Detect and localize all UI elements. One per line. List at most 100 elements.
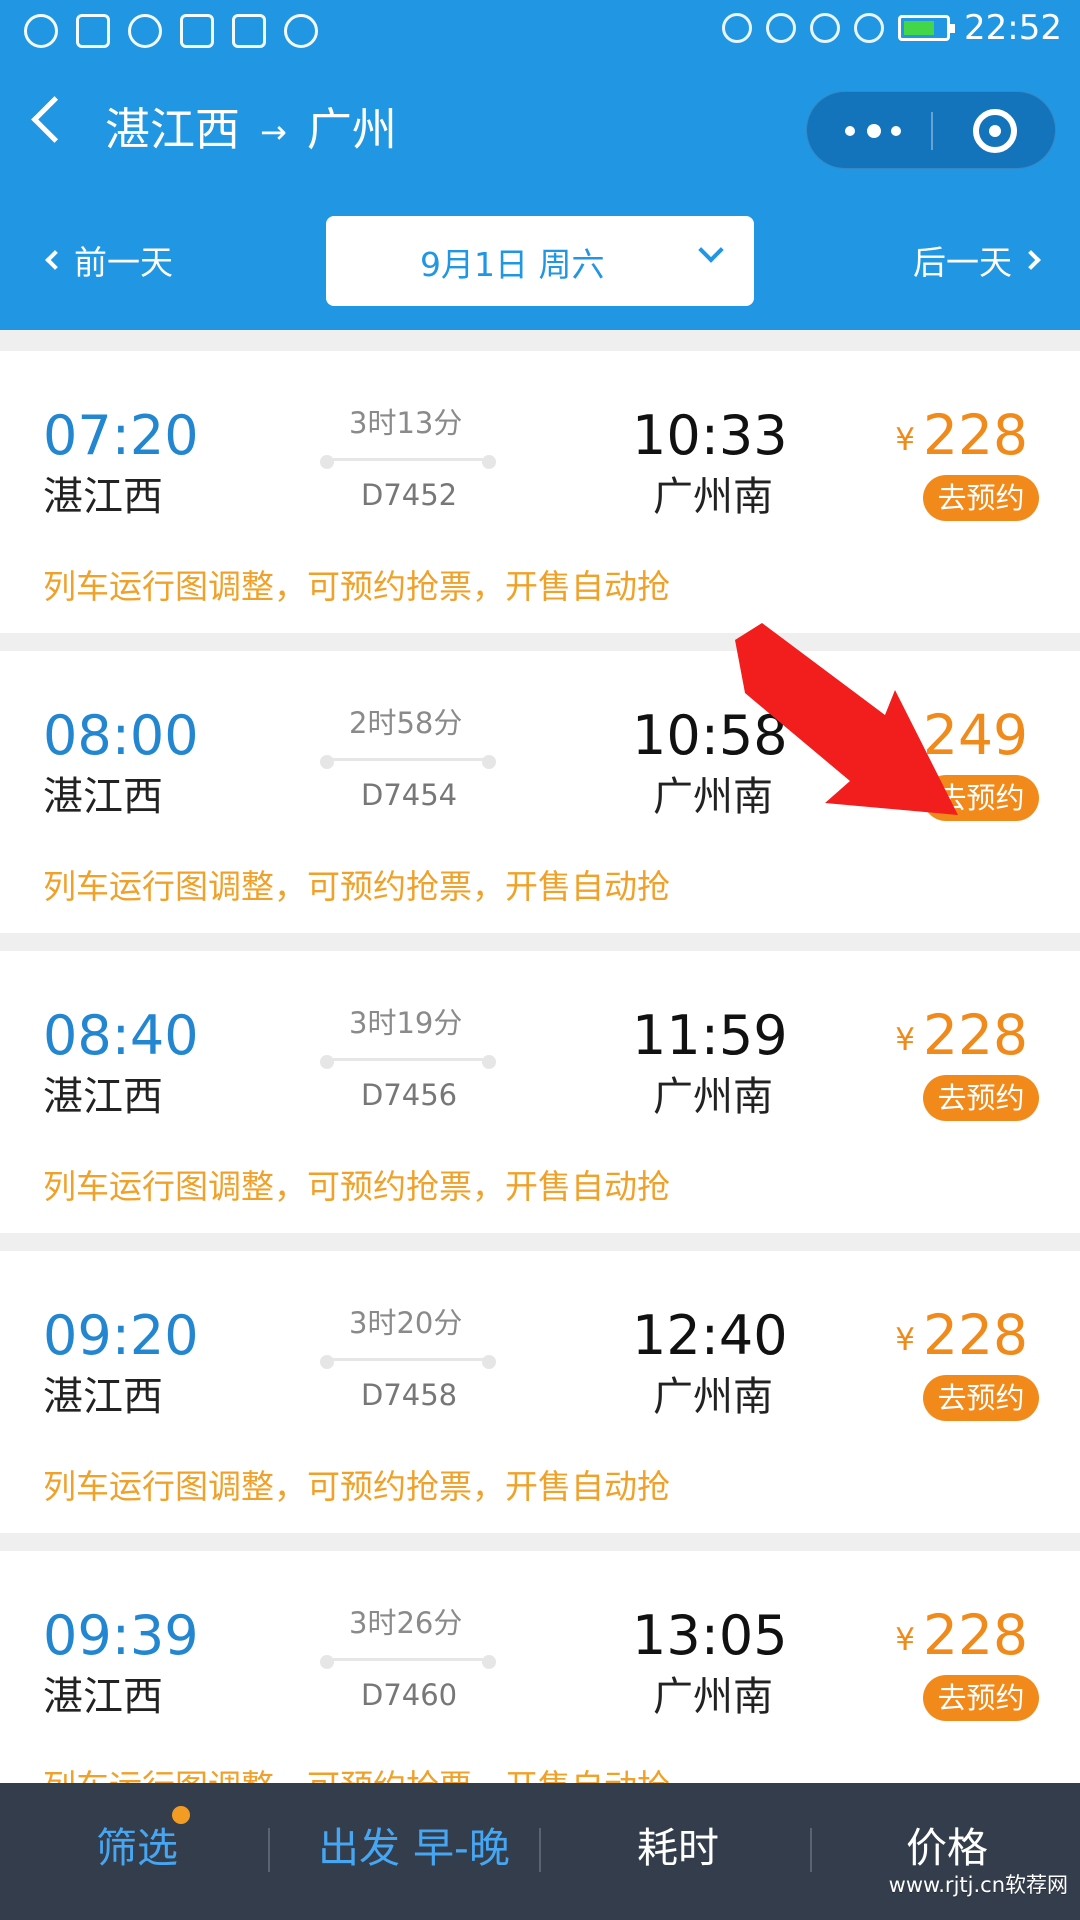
alarm-icon: [766, 13, 797, 43]
previous-day-button[interactable]: 前一天: [45, 236, 173, 284]
train-card[interactable]: 08:00 湛江西 2时58分 D7454 10:58 广州南 ¥ 249 去预…: [0, 651, 1080, 933]
reserve-button[interactable]: 去预约: [923, 475, 1039, 521]
departure-station: 湛江西: [43, 474, 163, 520]
travel-duration: 3时20分: [349, 1306, 463, 1340]
filter-notification-dot: [172, 1806, 190, 1824]
schedule-notice: 列车运行图调整，可预约抢票，开售自动抢: [43, 867, 670, 906]
arrival-station: 广州南: [653, 1074, 773, 1120]
departure-time: 09:39: [43, 1604, 199, 1667]
signal-icon: [854, 13, 885, 43]
train-number: D7460: [361, 1678, 458, 1712]
route-track: [320, 1355, 496, 1369]
app-screen: 22:52 湛江西 → 广州 前一天 9月1日 周六 后一天 07:20 湛江西…: [0, 0, 1080, 1920]
departure-sort-button[interactable]: 出发 早-晚: [318, 1825, 510, 1871]
message-icon: [76, 14, 110, 48]
travel-duration: 3时26分: [349, 1606, 463, 1640]
reserve-button[interactable]: 去预约: [923, 775, 1039, 821]
speed-icon: [128, 14, 162, 48]
destination-city: 广州: [306, 103, 397, 156]
reserve-button[interactable]: 去预约: [923, 1675, 1039, 1721]
shield-icon: [180, 14, 214, 48]
battery-icon: [898, 15, 956, 41]
arrival-time: 10:33: [632, 404, 788, 467]
departure-time: 07:20: [43, 404, 199, 467]
bottom-divider: [539, 1828, 541, 1872]
travel-duration: 3时13分: [349, 406, 463, 440]
train-number: D7454: [361, 778, 458, 812]
departure-time: 08:00: [43, 704, 199, 767]
header: 22:52 湛江西 → 广州 前一天 9月1日 周六 后一天: [0, 0, 1080, 330]
more-icon: [284, 14, 318, 48]
date-picker-button[interactable]: 9月1日 周六: [326, 216, 754, 306]
status-icons-left: [24, 14, 318, 48]
reserve-button[interactable]: 去预约: [923, 1075, 1039, 1121]
date-selector-row: 前一天 9月1日 周六 后一天: [0, 214, 1080, 306]
selected-date: 9月1日 周六: [420, 245, 605, 284]
ticket-price: ¥ 228: [895, 405, 1028, 465]
departure-station: 湛江西: [43, 774, 163, 820]
schedule-notice: 列车运行图调整，可预约抢票，开售自动抢: [43, 1467, 670, 1506]
duration-sort-button[interactable]: 耗时: [637, 1825, 719, 1871]
previous-day-label: 前一天: [74, 243, 173, 282]
departure-time: 08:40: [43, 1004, 199, 1067]
ticket-price: ¥ 228: [895, 1005, 1028, 1065]
next-day-button[interactable]: 后一天: [913, 236, 1041, 284]
reserve-button[interactable]: 去预约: [923, 1375, 1039, 1421]
ticket-price: ¥ 228: [895, 1305, 1028, 1365]
bluetooth-icon: [722, 13, 753, 43]
capsule-divider: [931, 112, 933, 150]
route-track: [320, 1055, 496, 1069]
route-track: [320, 755, 496, 769]
ticket-price: ¥ 228: [895, 1605, 1028, 1665]
bottom-sort-bar: 筛选 出发 早-晚 耗时 价格 www.rjtj.cn软荐网: [0, 1783, 1080, 1920]
departure-station: 湛江西: [43, 1374, 163, 1420]
arrival-time: 13:05: [632, 1604, 788, 1667]
travel-duration: 2时58分: [349, 706, 463, 740]
route-track: [320, 1655, 496, 1669]
route-track: [320, 455, 496, 469]
currency-symbol: ¥: [895, 422, 916, 458]
arrival-time: 11:59: [632, 1004, 788, 1067]
schedule-notice: 列车运行图调整，可预约抢票，开售自动抢: [43, 1167, 670, 1206]
route-title: 湛江西 → 广州: [105, 93, 397, 158]
currency-symbol: ¥: [895, 722, 916, 758]
ticket-price: ¥ 249: [895, 705, 1028, 765]
arrival-time: 12:40: [632, 1304, 788, 1367]
filter-button[interactable]: 筛选: [96, 1825, 178, 1871]
departure-station: 湛江西: [43, 1674, 163, 1720]
departure-station: 湛江西: [43, 1074, 163, 1120]
price-value: 249: [923, 703, 1028, 767]
train-card[interactable]: 09:20 湛江西 3时20分 D7458 12:40 广州南 ¥ 228 去预…: [0, 1251, 1080, 1533]
chevron-right-icon: [1021, 250, 1041, 270]
more-dots-icon[interactable]: [845, 122, 905, 140]
price-value: 228: [923, 403, 1028, 467]
origin-station: 湛江西: [105, 103, 241, 156]
bottom-divider: [810, 1828, 812, 1872]
status-time: 22:52: [964, 8, 1062, 48]
route-arrow: →: [260, 112, 287, 151]
price-sort-button[interactable]: 价格: [906, 1825, 988, 1871]
miniapp-capsule[interactable]: [806, 91, 1056, 169]
wifi-icon: [810, 13, 841, 43]
price-value: 228: [923, 1003, 1028, 1067]
globe-icon: [24, 14, 58, 48]
back-icon[interactable]: [31, 96, 78, 143]
train-number: D7456: [361, 1078, 458, 1112]
close-target-icon[interactable]: [973, 109, 1017, 153]
schedule-notice: 列车运行图调整，可预约抢票，开售自动抢: [43, 567, 670, 606]
price-value: 228: [923, 1603, 1028, 1667]
arrival-time: 10:58: [632, 704, 788, 767]
travel-duration: 3时19分: [349, 1006, 463, 1040]
bottom-divider: [268, 1828, 270, 1872]
train-card[interactable]: 07:20 湛江西 3时13分 D7452 10:33 广州南 ¥ 228 去预…: [0, 351, 1080, 633]
status-icons-right: 22:52: [722, 8, 1062, 48]
train-number: D7458: [361, 1378, 458, 1412]
currency-symbol: ¥: [895, 1622, 916, 1658]
chevron-left-icon: [45, 250, 65, 270]
train-card[interactable]: 08:40 湛江西 3时19分 D7456 11:59 广州南 ¥ 228 去预…: [0, 951, 1080, 1233]
status-bar: 22:52: [0, 0, 1080, 62]
navigation-row: 湛江西 → 广州: [0, 85, 1080, 175]
next-day-label: 后一天: [913, 243, 1012, 282]
chevron-down-icon: [698, 237, 724, 263]
watermark-text: www.rjtj.cn软荐网: [888, 1873, 1068, 1897]
